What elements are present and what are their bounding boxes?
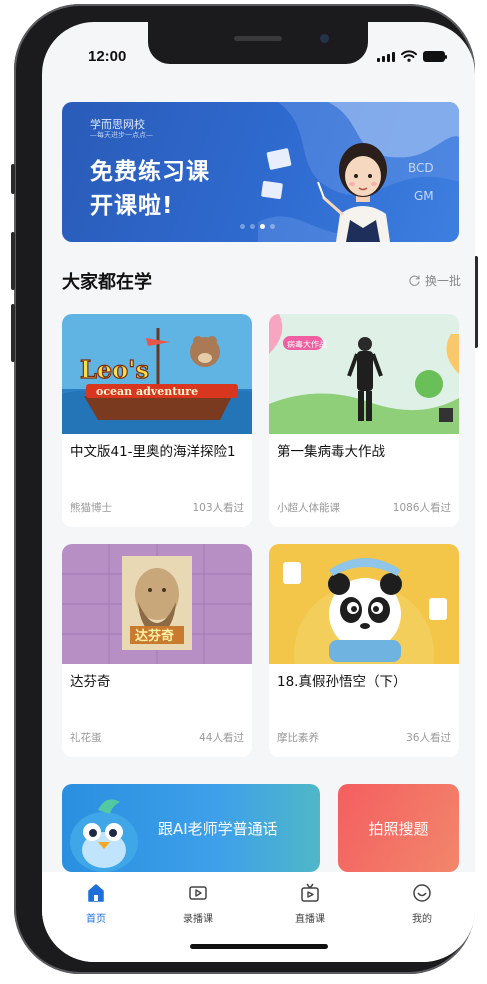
status-bar: 12:00: [42, 22, 475, 92]
tab-live[interactable]: 直播课: [270, 882, 350, 925]
course-author: 摩比素养: [277, 732, 319, 744]
tab-recorded[interactable]: 录播课: [158, 882, 238, 925]
course-thumbnail: Leo's ocean adventure: [62, 314, 252, 434]
battery-icon: [423, 51, 447, 62]
status-icons: [377, 50, 447, 62]
banner-art-text-bcd: BCD: [408, 161, 434, 175]
banner-art-text-gm: GM: [414, 189, 434, 203]
refresh-label: 换一批: [424, 274, 461, 288]
volume-down-button: [11, 304, 15, 362]
course-title: 18.真假孙悟空（下）: [277, 674, 407, 690]
course-views: 44人看过: [199, 732, 244, 744]
course-thumbnail: 病毒大作战: [269, 314, 459, 434]
tab-profile-label: 我的: [412, 914, 432, 925]
course-meta: 小超人体能课 1086人看过: [277, 500, 451, 515]
teacher-illustration: BCD GM: [258, 102, 459, 242]
thumb-subtitle-ocean: ocean adventure: [96, 385, 198, 398]
front-camera: [320, 34, 329, 43]
thumb-virus-title: 病毒大作战: [287, 339, 327, 349]
home-icon: [88, 884, 104, 902]
thumb-davinci-title: 达芬奇: [135, 628, 174, 644]
silent-switch: [11, 164, 15, 194]
wifi-icon: [401, 50, 417, 62]
section-title: 大家都在学: [62, 272, 152, 293]
course-meta: 摩比素养 36人看过: [277, 730, 451, 745]
course-title: 第一集病毒大作战: [277, 444, 385, 460]
bird-mascot-icon: [70, 799, 138, 872]
banner-slogan: —每天进步一点点—: [90, 131, 153, 139]
course-author: 礼花蛋: [70, 732, 102, 744]
live-tv-icon: [301, 883, 319, 902]
course-card[interactable]: 18.真假孙悟空（下） 摩比素养 36人看过: [269, 544, 459, 757]
signal-icon: [377, 52, 395, 62]
phone-frame: 12:00 学而思网校 —每天进步一点点— 免费练习课 开课啦! BCD GM …: [11, 4, 478, 974]
banner-title-line1: 免费练习课: [90, 159, 210, 185]
course-thumbnail: [269, 544, 459, 664]
banner-title-line2: 开课啦!: [90, 193, 174, 219]
ai-mandarin-label: 跟AI老师学普通话: [158, 820, 278, 838]
profile-face-icon: [413, 884, 431, 902]
course-views: 1086人看过: [392, 502, 451, 514]
thumb-title-leos: Leo's: [80, 355, 149, 384]
refresh-icon: [409, 275, 420, 286]
recorded-video-icon: [189, 886, 207, 900]
course-meta: 礼花蛋 44人看过: [70, 730, 244, 745]
course-card[interactable]: Leo's ocean adventure 中文版41-里奥的海洋探险1 熊猫博…: [62, 314, 252, 527]
photo-search-promo[interactable]: 拍照搜题: [338, 784, 459, 872]
course-author: 熊猫博士: [70, 502, 112, 514]
notch: [148, 22, 368, 64]
volume-up-button: [11, 232, 15, 290]
ai-mandarin-promo[interactable]: 跟AI老师学普通话: [62, 784, 320, 872]
tab-profile[interactable]: 我的: [382, 882, 462, 925]
course-views: 36人看过: [406, 732, 451, 744]
course-title: 中文版41-里奥的海洋探险1: [70, 444, 236, 460]
course-card[interactable]: 达芬奇 达芬奇 礼花蛋 44人看过: [62, 544, 252, 757]
course-thumbnail: 达芬奇: [62, 544, 252, 664]
refresh-button[interactable]: 换一批: [408, 272, 461, 289]
promo-banner[interactable]: 学而思网校 —每天进步一点点— 免费练习课 开课啦! BCD GM: [62, 102, 459, 242]
tab-home[interactable]: 首页: [56, 882, 136, 925]
bottom-tab-bar: 首页 录播课 直播课 我的: [42, 872, 475, 962]
course-title: 达芬奇: [70, 674, 111, 690]
photo-search-label: 拍照搜题: [368, 820, 429, 838]
course-meta: 熊猫博士 103人看过: [70, 500, 244, 515]
course-card[interactable]: 病毒大作战 第一集病毒大作战 小超人体能课 1086人看过: [269, 314, 459, 527]
course-author: 小超人体能课: [277, 502, 340, 514]
course-views: 103人看过: [192, 502, 244, 514]
speaker-grille: [234, 36, 282, 41]
tab-home-label: 首页: [86, 914, 106, 925]
tab-live-label: 直播课: [295, 914, 325, 925]
home-indicator[interactable]: [190, 944, 328, 949]
app-screen: 12:00 学而思网校 —每天进步一点点— 免费练习课 开课啦! BCD GM …: [42, 22, 475, 962]
carousel-dots: [240, 224, 275, 229]
tab-recorded-label: 录播课: [183, 914, 213, 925]
status-time: 12:00: [88, 48, 127, 65]
